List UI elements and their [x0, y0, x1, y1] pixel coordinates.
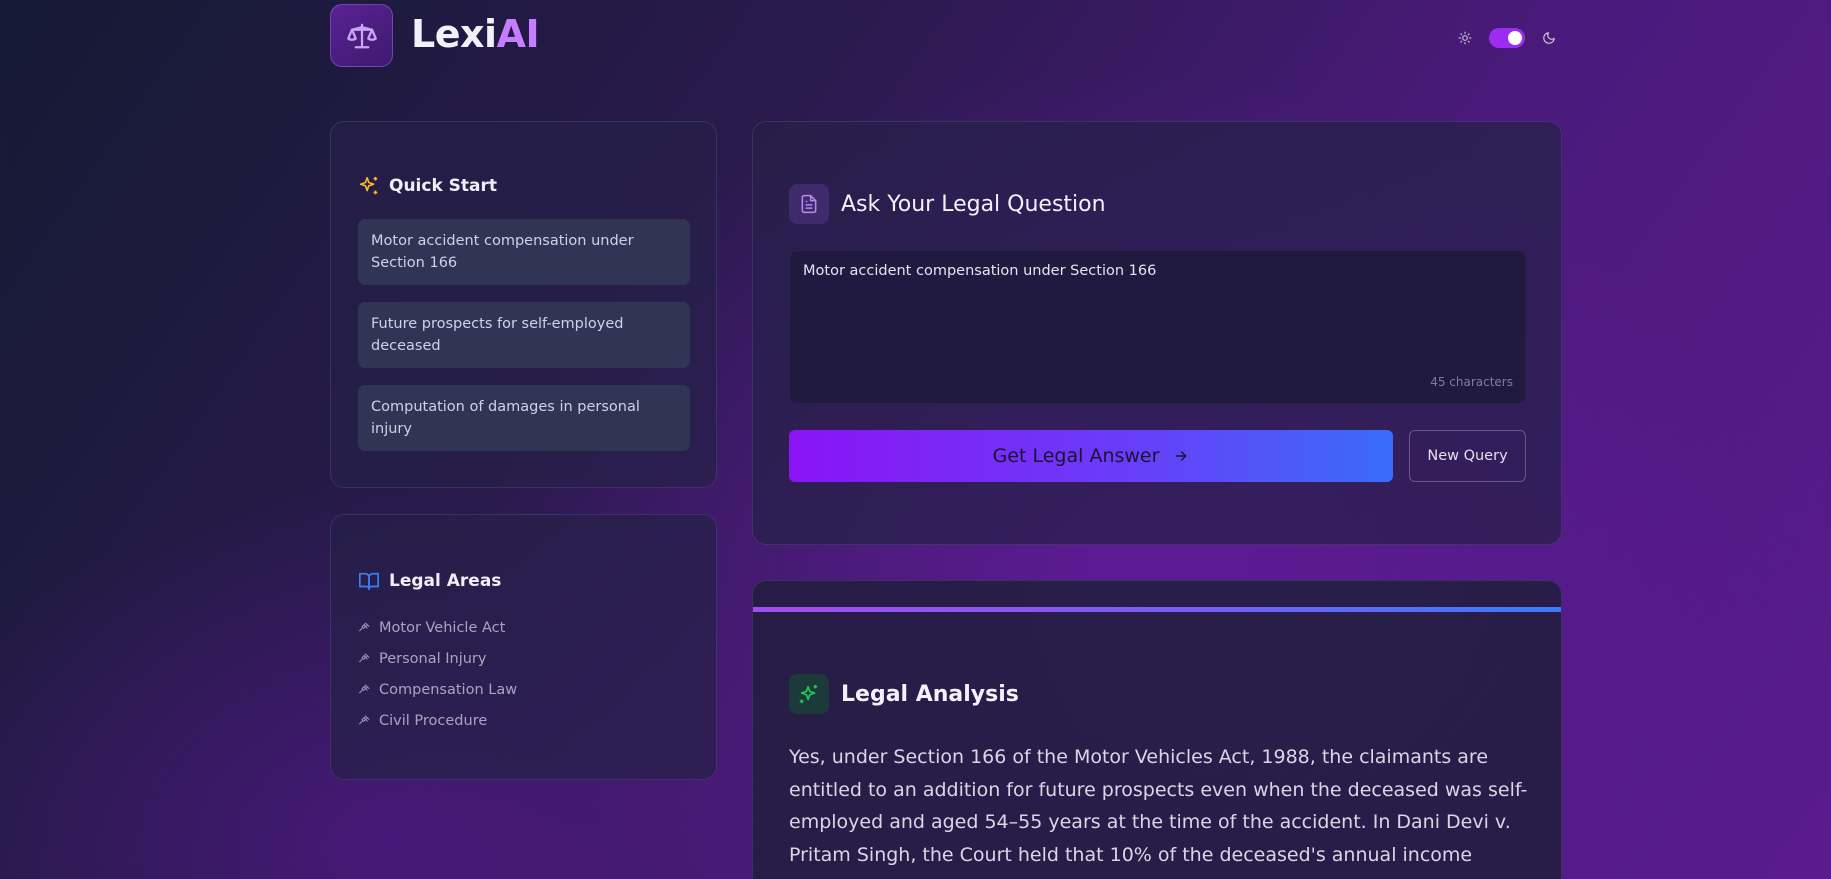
ask-question-card: Ask Your Legal Question Motor accident c…: [752, 121, 1562, 545]
legal-area-label: Personal Injury: [379, 650, 487, 667]
quick-start-card: Quick Start Motor accident compensation …: [330, 121, 717, 488]
analysis-title: Legal Analysis: [841, 681, 1019, 707]
gavel-icon: [359, 684, 370, 694]
legal-analysis-card: Legal Analysis Yes, under Section 166 of…: [752, 580, 1562, 879]
moon-icon: [1543, 32, 1555, 44]
legal-areas-card: Legal Areas Motor Vehicle Act Personal I…: [330, 514, 717, 780]
legal-area-item[interactable]: Personal Injury: [358, 643, 517, 674]
legal-area-label: Civil Procedure: [379, 712, 488, 729]
quick-start-heading: Quick Start: [358, 175, 497, 197]
quick-start-item[interactable]: Future prospects for self-employed decea…: [358, 302, 690, 368]
legal-areas-heading: Legal Areas: [358, 570, 501, 592]
app-name: LexiAI: [411, 12, 540, 56]
legal-areas-title: Legal Areas: [389, 571, 502, 591]
ask-heading: Ask Your Legal Question: [789, 184, 1106, 224]
logo[interactable]: [330, 4, 393, 67]
character-count: 45 characters: [1430, 375, 1513, 389]
legal-area-item[interactable]: Compensation Law: [358, 674, 517, 705]
legal-areas-list: Motor Vehicle Act Personal Injury Compen…: [358, 612, 517, 736]
query-value: Motor accident compensation under Sectio…: [803, 263, 1157, 279]
quick-start-item[interactable]: Motor accident compensation under Sectio…: [358, 219, 690, 285]
switch-knob: [1508, 31, 1522, 45]
legal-area-item[interactable]: Civil Procedure: [358, 705, 517, 736]
theme-toggle: [1458, 24, 1562, 52]
analysis-heading: Legal Analysis: [789, 674, 1019, 714]
arrow-right-icon: [1176, 451, 1187, 461]
sparkles-icon: [359, 176, 378, 195]
document-icon-tile: [789, 184, 829, 224]
get-legal-answer-button[interactable]: Get Legal Answer: [789, 430, 1393, 482]
accent-bar: [753, 607, 1561, 612]
legal-area-item[interactable]: Motor Vehicle Act: [358, 612, 517, 643]
legal-area-label: Compensation Law: [379, 681, 518, 698]
document-icon: [801, 194, 817, 214]
theme-switch[interactable]: [1489, 28, 1525, 48]
ask-title: Ask Your Legal Question: [841, 191, 1106, 217]
open-book-icon: [359, 572, 379, 591]
analysis-body: Yes, under Section 166 of the Motor Vehi…: [789, 746, 1528, 879]
sparkle-icon-tile: [789, 674, 829, 714]
new-query-button[interactable]: New Query: [1409, 430, 1526, 482]
get-legal-answer-label: Get Legal Answer: [992, 445, 1160, 467]
gavel-icon: [359, 715, 370, 725]
query-textarea[interactable]: Motor accident compensation under Sectio…: [789, 250, 1526, 404]
gavel-icon: [359, 653, 370, 663]
quick-start-item[interactable]: Computation of damages in personal injur…: [358, 385, 690, 451]
scale-icon: [346, 23, 377, 48]
quick-start-title: Quick Start: [389, 176, 498, 196]
sun-icon: [1458, 31, 1472, 45]
legal-area-label: Motor Vehicle Act: [379, 619, 506, 636]
app-header: LexiAI: [330, 4, 1562, 68]
sparkle-icon: [799, 684, 818, 704]
gavel-icon: [359, 622, 370, 632]
